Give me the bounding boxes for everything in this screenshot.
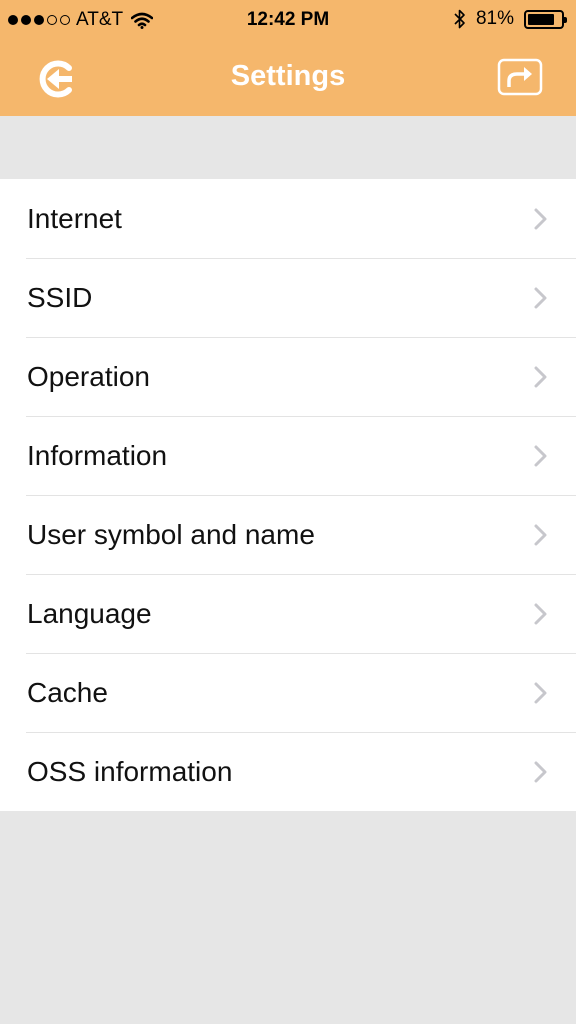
settings-list: Internet SSID Operation Information User sym… — [0, 179, 576, 811]
settings-item[interactable]: OSS information — [0, 732, 576, 811]
battery-percent: 81% — [475, 8, 514, 29]
settings-item[interactable]: Operation — [0, 337, 576, 416]
settings-item-label: OSS information — [27, 756, 233, 787]
settings-item[interactable]: Internet — [0, 179, 576, 258]
chevron-right-icon — [534, 682, 547, 704]
settings-item[interactable]: SSID — [0, 258, 576, 337]
bluetooth-icon — [454, 9, 465, 29]
status-right: 81% — [454, 8, 567, 30]
settings-item[interactable]: Information — [0, 416, 576, 495]
settings-item[interactable]: User symbol and name — [0, 495, 576, 574]
settings-item-label: SSID — [27, 282, 93, 313]
chevron-right-icon — [534, 366, 547, 388]
chevron-right-icon — [534, 208, 547, 230]
settings-item-label: Cache — [27, 677, 108, 708]
status-bar: AT&T 12:42 PM 81% — [0, 0, 576, 40]
battery-icon — [524, 9, 567, 29]
battery-fill — [528, 13, 554, 25]
settings-item-label: Language — [27, 598, 152, 629]
share-button[interactable] — [497, 58, 543, 96]
settings-item-label: Information — [27, 440, 168, 471]
nav-bar: Settings — [0, 40, 576, 116]
chevron-right-icon — [534, 761, 547, 783]
settings-item[interactable]: Language — [0, 574, 576, 653]
header: AT&T 12:42 PM 81% Settings — [0, 0, 576, 116]
settings-item[interactable]: Cache — [0, 653, 576, 732]
chevron-right-icon — [534, 445, 547, 467]
settings-item-label: Internet — [27, 203, 122, 234]
chevron-right-icon — [534, 287, 547, 309]
settings-item-label: Operation — [27, 361, 150, 392]
share-icon — [497, 58, 543, 96]
page-title: Settings — [230, 60, 346, 92]
chevron-right-icon — [534, 524, 547, 546]
chevron-right-icon — [534, 603, 547, 625]
settings-item-label: User symbol and name — [27, 519, 315, 550]
